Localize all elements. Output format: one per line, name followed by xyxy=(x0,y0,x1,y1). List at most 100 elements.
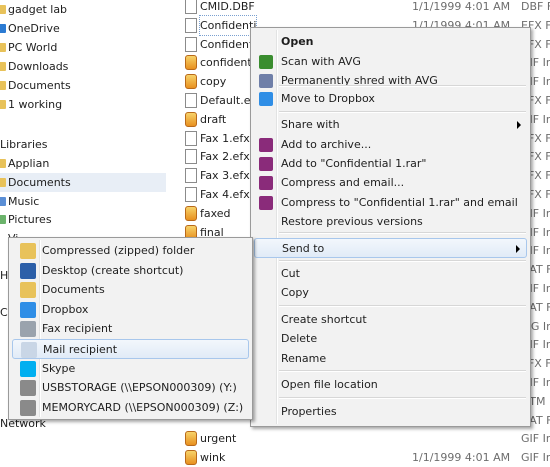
menu-item-label: Permanently shred with AVG xyxy=(281,74,438,87)
nav-item[interactable]: OneDrive xyxy=(0,19,166,38)
menu-separator xyxy=(279,397,526,399)
submenu-arrow-icon xyxy=(516,245,520,253)
nav-item-label: 1 working xyxy=(8,98,63,111)
context-menu-item[interactable]: Copy xyxy=(254,283,527,303)
context-menu-item[interactable]: Delete xyxy=(254,329,527,349)
network-drive-disconnected-icon xyxy=(20,380,36,397)
context-menu-item[interactable]: Move to Dropbox xyxy=(254,89,527,109)
context-menu-item[interactable]: Permanently shred with AVG xyxy=(254,71,527,91)
file-type: GIF Im xyxy=(521,451,550,465)
menu-separator xyxy=(279,260,526,262)
document-file-icon xyxy=(185,0,197,14)
context-menu-item[interactable]: Send to xyxy=(254,238,527,258)
nav-library-item[interactable]: Documents xyxy=(0,173,166,192)
menu-separator xyxy=(279,232,526,234)
file-name: urgent xyxy=(200,432,237,446)
file-name: Fax 3.efx xyxy=(200,169,250,183)
nav-item-label: Music xyxy=(8,195,40,208)
context-menu-item[interactable]: Rename xyxy=(254,349,527,369)
file-row[interactable]: urgent GIF Im xyxy=(166,429,550,448)
folder-icon xyxy=(0,24,6,33)
send-to-item[interactable]: Compressed (zipped) folder xyxy=(12,241,249,261)
send-to-item[interactable]: Fax recipient xyxy=(12,319,249,339)
avg-icon xyxy=(259,55,273,69)
folder-icon xyxy=(0,43,6,52)
library-icon xyxy=(0,197,6,206)
context-menu-item[interactable]: Create shortcut xyxy=(254,310,527,330)
menu-item-label: Rename xyxy=(281,352,327,365)
file-name: faxed xyxy=(200,206,231,220)
network-drive-disconnected-icon xyxy=(20,399,36,416)
file-date: 1/1/1999 4:01 AM xyxy=(412,0,511,13)
nav-item[interactable]: 1 working xyxy=(0,95,166,114)
image-file-icon xyxy=(185,111,197,127)
menu-item-label: Add to archive... xyxy=(281,138,372,151)
file-row[interactable]: CMID.DBF 1/1/1999 4:01 AM DBF Fi xyxy=(166,0,550,16)
document-file-icon xyxy=(185,17,197,33)
folder-icon xyxy=(0,5,6,14)
menu-item-label: MEMORYCARD (\\EPSON000309) (Z:) xyxy=(42,400,244,414)
winrar-icon xyxy=(259,196,273,210)
send-to-item[interactable]: Desktop (create shortcut) xyxy=(12,261,249,281)
menu-item-label: Scan with AVG xyxy=(281,55,361,68)
file-date: 1/1/1999 4:01 AM xyxy=(412,451,511,465)
menu-item-label: Share with xyxy=(281,118,340,131)
context-menu-item[interactable]: Open file location xyxy=(254,375,527,395)
send-to-item[interactable]: Dropbox xyxy=(12,300,249,320)
menu-item-label: Documents xyxy=(42,283,105,297)
file-type: DBF Fi xyxy=(521,0,550,13)
image-file-icon xyxy=(185,74,197,90)
menu-item-label: Mail recipient xyxy=(43,343,118,356)
send-to-item[interactable]: Mail recipient xyxy=(12,339,249,359)
context-menu-item[interactable]: Cut xyxy=(254,264,527,284)
nav-item[interactable]: gadget lab xyxy=(0,0,166,19)
nav-item-label: PC World xyxy=(8,41,58,54)
nav-libraries-header[interactable]: Libraries xyxy=(0,135,166,154)
file-name: Confident xyxy=(200,37,254,51)
menu-item-label: Copy xyxy=(281,286,309,299)
context-menu-item[interactable]: Properties xyxy=(254,402,527,422)
file-name: wink xyxy=(200,451,226,465)
nav-library-item[interactable]: Pictures xyxy=(0,210,166,229)
folder-icon xyxy=(0,100,6,109)
context-menu-item[interactable]: Scan with AVG xyxy=(254,52,527,72)
context-menu-item[interactable]: Open xyxy=(254,32,527,52)
context-menu-item[interactable]: Compress to "Confidential 1.rar" and ema… xyxy=(254,193,527,213)
document-file-icon xyxy=(185,168,197,184)
context-menu-item[interactable]: Add to archive... xyxy=(254,135,527,155)
file-name: Confidenti xyxy=(198,14,258,36)
context-menu-item[interactable]: Share with xyxy=(254,115,527,135)
mail-icon xyxy=(21,342,37,358)
send-to-item[interactable]: USBSTORAGE (\\EPSON000309) (Y:) xyxy=(12,378,249,398)
dropbox-icon xyxy=(259,92,273,106)
library-icon xyxy=(0,159,6,168)
send-to-item[interactable]: Skype xyxy=(12,359,249,379)
menu-separator xyxy=(279,111,526,113)
file-name: Fax 4.efx xyxy=(200,188,250,201)
winrar-icon xyxy=(259,176,273,190)
nav-item[interactable]: Downloads xyxy=(0,57,166,76)
documents-icon xyxy=(20,282,36,299)
menu-item-label: Dropbox xyxy=(42,302,89,316)
nav-library-item[interactable]: Applian xyxy=(0,154,166,173)
nav-item[interactable]: PC World xyxy=(0,38,166,57)
nav-item[interactable]: Documents xyxy=(0,76,166,95)
nav-library-item[interactable]: Music xyxy=(0,192,166,211)
send-to-item[interactable]: Documents xyxy=(12,280,249,300)
library-icon xyxy=(0,178,6,187)
menu-item-label: Skype xyxy=(42,361,76,375)
shred-icon xyxy=(259,74,273,88)
menu-item-label: Add to "Confidential 1.rar" xyxy=(281,157,427,170)
winrar-icon xyxy=(259,157,273,171)
context-menu-item[interactable]: Restore previous versions xyxy=(254,212,527,232)
send-to-item[interactable]: MEMORYCARD (\\EPSON000309) (Z:) xyxy=(12,398,249,418)
context-menu-item[interactable]: Add to "Confidential 1.rar" xyxy=(254,154,527,174)
winrar-icon xyxy=(259,138,273,152)
file-row[interactable]: wink 1/1/1999 4:01 AM GIF Im xyxy=(166,448,550,467)
nav-item-label: Pictures xyxy=(8,213,52,226)
menu-item-label: Compress and email... xyxy=(281,176,405,189)
file-name: draft xyxy=(200,112,227,126)
menu-item-label: Compress to "Confidential 1.rar" and ema… xyxy=(281,196,518,209)
file-name: copy xyxy=(200,75,227,89)
context-menu-item[interactable]: Compress and email... xyxy=(254,173,527,193)
